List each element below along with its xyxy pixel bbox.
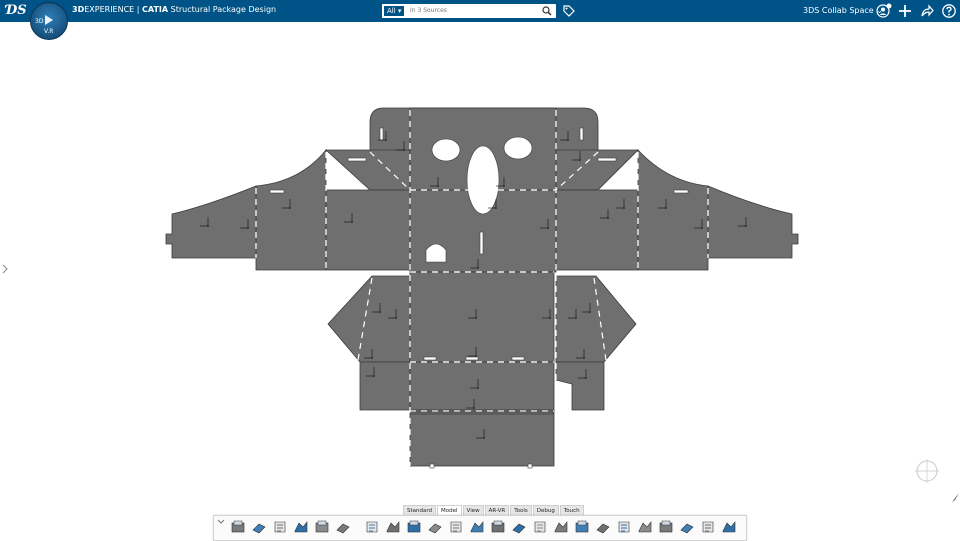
workbench-tabs: Standard Model View AR-VR Tools Debug Touch — [403, 505, 585, 515]
panel-left-lower-flap — [327, 275, 411, 363]
lid-icon[interactable] — [511, 519, 527, 535]
user-icon[interactable] — [876, 3, 892, 19]
panel-icon[interactable] — [532, 519, 548, 535]
app-name: Structural Package Design — [168, 5, 277, 14]
tag-icon[interactable] — [562, 4, 576, 18]
chevron-down-icon[interactable] — [217, 518, 225, 526]
app-title: 3DEXPERIENCE | CATIA Structural Package … — [72, 5, 276, 14]
cut-icon[interactable] — [230, 519, 246, 535]
wall-icon[interactable] — [427, 519, 443, 535]
fly-icon[interactable] — [335, 519, 351, 535]
play-icon[interactable] — [45, 15, 53, 25]
panel-top-right-flap — [555, 149, 639, 191]
title-separator: | — [134, 5, 143, 14]
hole-icon[interactable] — [658, 519, 674, 535]
eye-cutout-right — [503, 136, 533, 160]
tab-model[interactable]: Model — [437, 505, 462, 515]
door-cutout — [425, 243, 447, 263]
search-icon[interactable] — [542, 6, 552, 16]
bend-icon[interactable] — [637, 519, 653, 535]
cutout-icon[interactable] — [616, 519, 632, 535]
panel-back — [409, 361, 555, 411]
compass-widget[interactable]: 3D V.R — [30, 2, 68, 40]
fold-icon[interactable] — [490, 519, 506, 535]
panel-right-end — [707, 185, 799, 259]
tab-standard[interactable]: Standard — [403, 505, 437, 515]
tab-touch[interactable]: Touch — [559, 505, 584, 515]
collab-space-label: 3DS Collab Space — [803, 6, 874, 15]
collab-space-selector[interactable]: 3DS Collab Space ⌄ — [803, 6, 883, 15]
update-icon[interactable] — [314, 519, 330, 535]
panel-left-wing — [255, 148, 327, 271]
panel-top-left-flap — [324, 149, 411, 191]
unfold-icon[interactable] — [574, 519, 590, 535]
search-input[interactable] — [410, 5, 535, 16]
panel-left-foot — [359, 361, 411, 411]
search-filter-label: All — [387, 7, 396, 15]
corner-expand-icon[interactable] — [950, 492, 960, 504]
brand-rest: EXPERIENCE — [84, 5, 135, 14]
compass-3d-label: 3D — [35, 18, 44, 25]
paste-icon[interactable] — [272, 519, 288, 535]
search-filter[interactable]: All ▾ — [384, 6, 405, 16]
flap-icon[interactable] — [469, 519, 485, 535]
plus-icon[interactable] — [897, 3, 913, 19]
tab-view[interactable]: View — [462, 505, 484, 515]
point-icon[interactable] — [406, 519, 422, 535]
expand-panel-icon[interactable] — [1, 264, 9, 274]
navigation-compass-icon[interactable] — [912, 456, 942, 486]
compass-version-label: V.R — [44, 28, 54, 35]
action-bar — [213, 515, 747, 541]
panel-left-inner — [325, 189, 411, 271]
fold-view-icon[interactable] — [595, 519, 611, 535]
panel-left-end — [165, 185, 257, 259]
product-name: CATIA — [142, 5, 169, 14]
undo-icon[interactable] — [293, 519, 309, 535]
eye-cutout-left — [431, 138, 461, 162]
panel-right-inner — [555, 189, 639, 271]
nose-cutout — [466, 145, 500, 215]
panel-right-wing — [637, 148, 709, 271]
panel-right-foot — [555, 361, 605, 411]
search-box: All ▾ — [382, 4, 556, 18]
top-bar: ƊS 3DEXPERIENCE | CATIA Structural Packa… — [0, 0, 960, 22]
model-canvas[interactable] — [160, 100, 810, 475]
sketch-icon[interactable] — [385, 519, 401, 535]
panel-bottom — [409, 271, 555, 363]
tree-icon[interactable] — [364, 519, 380, 535]
layout-icon[interactable] — [700, 519, 716, 535]
share-icon[interactable] — [919, 3, 935, 19]
stamp-icon[interactable] — [679, 519, 695, 535]
tab-ar-vr[interactable]: AR-VR — [484, 505, 510, 515]
tab-debug[interactable]: Debug — [532, 505, 559, 515]
help-icon[interactable] — [941, 3, 957, 19]
tab-icon[interactable] — [553, 519, 569, 535]
brand-bold: 3D — [72, 5, 85, 14]
tab-tools[interactable]: Tools — [510, 505, 532, 515]
analysis-icon[interactable] — [721, 519, 737, 535]
ds-logo-icon[interactable]: ƊS — [6, 3, 27, 18]
flange-icon[interactable] — [448, 519, 464, 535]
copy-icon[interactable] — [251, 519, 267, 535]
